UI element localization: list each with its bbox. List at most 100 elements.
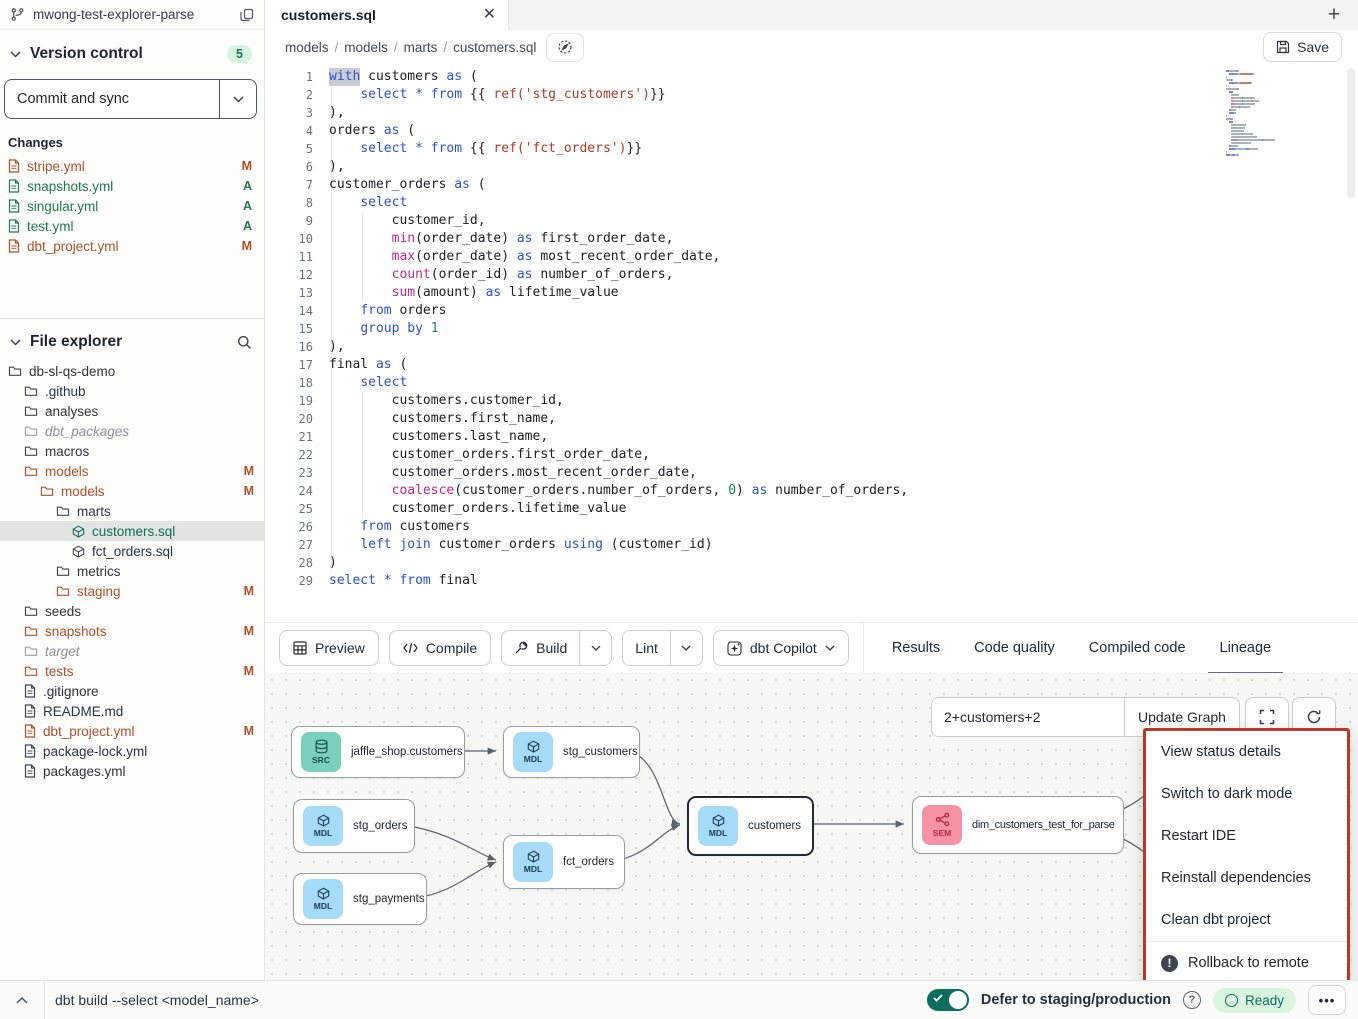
lineage-selector-input[interactable] [932, 698, 1124, 736]
change-row[interactable]: dbt_project.ymlM [0, 236, 264, 256]
lineage-node-stg-payments[interactable]: MDLstg_payments [293, 873, 427, 925]
tree-item-models[interactable]: modelsM [0, 461, 264, 481]
tree-item-packages-yml[interactable]: packages.yml [0, 761, 264, 781]
code-line[interactable]: 2 select * from {{ ref('stg_customers')}… [265, 86, 1358, 104]
code-line[interactable]: 27 left join customer_orders using (cust… [265, 536, 1358, 554]
change-row[interactable]: singular.ymlA [0, 196, 264, 216]
version-control-header[interactable]: Version control 5 [0, 30, 264, 71]
lineage-node-customers[interactable]: MDLcustomers [687, 796, 814, 856]
tree-item-dbt-packages[interactable]: dbt_packages [0, 421, 264, 441]
code-line[interactable]: 14 from orders [265, 302, 1358, 320]
code-line[interactable]: 15 group by 1 [265, 320, 1358, 338]
editor-scrollbar[interactable] [1347, 68, 1355, 198]
code-line[interactable]: 4orders as ( [265, 122, 1358, 140]
tab-compiled-code[interactable]: Compiled code [1089, 623, 1186, 673]
tree-item--gitignore[interactable]: .gitignore [0, 681, 264, 701]
lineage-node-stg-orders[interactable]: MDLstg_orders [293, 799, 415, 853]
menu-item-view-status-details[interactable]: View status details [1146, 731, 1347, 773]
code-line[interactable]: 26 from customers [265, 518, 1358, 536]
tree-item-dbt-project-yml[interactable]: dbt_project.ymlM [0, 721, 264, 741]
copy-branch-icon[interactable] [240, 8, 254, 22]
tree-item-snapshots[interactable]: snapshotsM [0, 621, 264, 641]
code-line[interactable]: 21 customers.last_name, [265, 428, 1358, 446]
tree-item--github[interactable]: .github [0, 381, 264, 401]
code-line[interactable]: 8 select [265, 194, 1358, 212]
code-line[interactable]: 16), [265, 338, 1358, 356]
tree-item-seeds[interactable]: seeds [0, 601, 264, 621]
code-line[interactable]: 24 coalesce(customer_orders.number_of_or… [265, 482, 1358, 500]
command-input[interactable]: dbt build --select <model_name> [55, 992, 259, 1008]
preview-button[interactable]: Preview [279, 630, 379, 666]
compile-button[interactable]: Compile [389, 630, 491, 666]
code-line[interactable]: 9 customer_id, [265, 212, 1358, 230]
breadcrumb-part[interactable]: models [285, 40, 329, 55]
code-line[interactable]: 18 select [265, 374, 1358, 392]
tree-item-metrics[interactable]: metrics [0, 561, 264, 581]
menu-item-reinstall-dependencies[interactable]: Reinstall dependencies [1146, 857, 1347, 899]
change-row[interactable]: snapshots.ymlA [0, 176, 264, 196]
defer-toggle[interactable] [927, 989, 969, 1011]
file-explorer-header[interactable]: File explorer [0, 319, 264, 361]
code-line[interactable]: 28) [265, 554, 1358, 572]
lint-options-button[interactable] [670, 631, 702, 665]
tree-item-target[interactable]: target [0, 641, 264, 661]
save-button[interactable]: Save [1263, 32, 1342, 62]
copilot-compass-button[interactable] [546, 33, 584, 62]
tree-item-readme-md[interactable]: README.md [0, 701, 264, 721]
commit-and-sync-button[interactable]: Commit and sync [5, 80, 219, 118]
lineage-node-stg-customers[interactable]: MDLstg_customers [503, 726, 640, 778]
more-options-button[interactable]: ••• [1308, 985, 1346, 1015]
change-row[interactable]: test.ymlA [0, 216, 264, 236]
lint-button[interactable]: Lint [623, 631, 670, 665]
code-line[interactable]: 3), [265, 104, 1358, 122]
code-line[interactable]: 17final as ( [265, 356, 1358, 374]
breadcrumb-part[interactable]: models [344, 40, 388, 55]
expand-command-bar-button[interactable] [0, 996, 44, 1004]
tree-item-db-sl-qs-demo[interactable]: db-sl-qs-demo [0, 361, 264, 381]
menu-item-clean-dbt-project[interactable]: Clean dbt project [1146, 899, 1347, 941]
breadcrumb-part[interactable]: marts [404, 40, 438, 55]
help-icon[interactable]: ? [1183, 991, 1201, 1009]
code-line[interactable]: 12 count(order_id) as number_of_orders, [265, 266, 1358, 284]
code-line[interactable]: 13 sum(amount) as lifetime_value [265, 284, 1358, 302]
change-row[interactable]: stripe.ymlM [0, 156, 264, 176]
lineage-node-dim-customers-test-for-parse[interactable]: SEMdim_customers_test_for_parse [912, 796, 1124, 854]
code-line[interactable]: 6), [265, 158, 1358, 176]
code-line[interactable]: 7customer_orders as ( [265, 176, 1358, 194]
commit-options-button[interactable] [219, 80, 256, 118]
menu-item-rollback-to-remote[interactable]: !Rollback to remote [1146, 942, 1347, 980]
tree-item-models[interactable]: modelsM [0, 481, 264, 501]
search-icon[interactable] [237, 335, 252, 350]
code-line[interactable]: 22 customer_orders.first_order_date, [265, 446, 1358, 464]
tree-item-macros[interactable]: macros [0, 441, 264, 461]
tree-item-analyses[interactable]: analyses [0, 401, 264, 421]
tree-item-customers-sql[interactable]: customers.sql [0, 521, 264, 541]
tree-item-fct-orders-sql[interactable]: fct_orders.sql [0, 541, 264, 561]
tab-code-quality[interactable]: Code quality [974, 623, 1055, 673]
tab-results[interactable]: Results [892, 623, 940, 673]
menu-item-switch-to-dark-mode[interactable]: Switch to dark mode [1146, 773, 1347, 815]
tree-item-tests[interactable]: testsM [0, 661, 264, 681]
tree-item-marts[interactable]: marts [0, 501, 264, 521]
breadcrumb-part[interactable]: customers.sql [453, 40, 536, 55]
code-line[interactable]: 1with customers as ( [265, 68, 1358, 86]
build-button[interactable]: Build [502, 631, 579, 665]
new-tab-button[interactable]: + [1310, 0, 1358, 30]
tree-item-staging[interactable]: stagingM [0, 581, 264, 601]
dbt-copilot-button[interactable]: dbt Copilot [713, 630, 849, 666]
code-line[interactable]: 19 customers.customer_id, [265, 392, 1358, 410]
tab-lineage[interactable]: Lineage [1220, 623, 1272, 673]
tab-customers-sql[interactable]: customers.sql ✕ [265, 0, 509, 30]
tree-item-package-lock-yml[interactable]: package-lock.yml [0, 741, 264, 761]
code-editor[interactable]: 1with customers as (2 select * from {{ r… [265, 64, 1358, 622]
code-line[interactable]: 10 min(order_date) as first_order_date, [265, 230, 1358, 248]
code-line[interactable]: 25 customer_orders.lifetime_value [265, 500, 1358, 518]
minimap[interactable] [1226, 70, 1330, 157]
code-line[interactable]: 23 customer_orders.most_recent_order_dat… [265, 464, 1358, 482]
code-line[interactable]: 11 max(order_date) as most_recent_order_… [265, 248, 1358, 266]
menu-item-restart-ide[interactable]: Restart IDE [1146, 815, 1347, 857]
lineage-node-jaffle-shop-customers[interactable]: SRCjaffle_shop.customers [291, 726, 465, 778]
code-line[interactable]: 29select * from final [265, 572, 1358, 590]
build-options-button[interactable] [579, 631, 611, 665]
close-tab-icon[interactable]: ✕ [483, 7, 496, 23]
